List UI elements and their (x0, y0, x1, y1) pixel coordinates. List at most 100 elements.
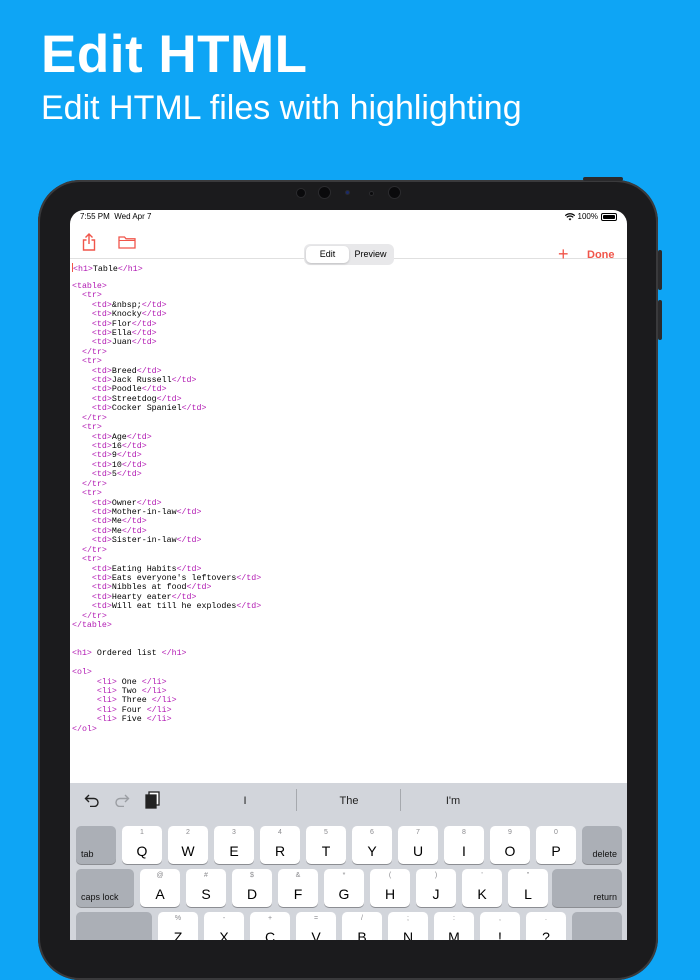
key-h[interactable]: (H (370, 869, 410, 907)
code-text-content: 16 (111, 442, 122, 452)
suggestion-2[interactable]: The (299, 795, 399, 807)
code-text-content: Nibbles at food (111, 583, 187, 593)
key-alt-label: % (174, 915, 182, 922)
code-tag: <h1> (72, 649, 92, 659)
undo-icon[interactable] (84, 793, 100, 807)
key-y[interactable]: 6Y (352, 826, 392, 864)
tab-key[interactable]: tab (76, 826, 116, 864)
code-text-content: Streetdog (111, 394, 157, 404)
key-x[interactable]: -X (204, 912, 244, 940)
status-time: 7:55 PM Wed Apr 7 (80, 212, 151, 221)
key-p[interactable]: 0P (536, 826, 576, 864)
code-line: <tr> (72, 555, 627, 564)
code-tag: </td> (181, 404, 207, 414)
key-label: caps lock (81, 892, 119, 902)
code-tag: </h1> (117, 265, 143, 274)
key-b[interactable]: / B (342, 912, 382, 940)
code-tag: <h1> (73, 265, 93, 274)
key-label: O (504, 843, 516, 859)
key-d[interactable]: $ D (232, 869, 272, 907)
key-alt-label: 7 (416, 829, 420, 836)
key-question[interactable]: .? (526, 912, 566, 940)
key-label: R (274, 843, 286, 859)
key-q[interactable]: 1Q (122, 826, 162, 864)
key-f[interactable]: & F (278, 869, 318, 907)
code-tag: <td> (91, 442, 112, 452)
code-line: <tr> (72, 357, 627, 366)
key-i[interactable]: 8I (444, 826, 484, 864)
code-line: <td>Hearty eater</td> (72, 593, 627, 602)
key-o[interactable]: 9O (490, 826, 530, 864)
key-t[interactable]: 5T (306, 826, 346, 864)
code-tag: <td> (91, 310, 112, 320)
code-tag: </td> (121, 526, 147, 536)
key-z[interactable]: % Z (158, 912, 198, 940)
key-r[interactable]: 4R (260, 826, 300, 864)
key-c[interactable]: + C (250, 912, 290, 940)
delete-key[interactable]: delete (582, 826, 622, 864)
code-line: <td>Poodle</td> (72, 385, 627, 394)
key-alt-label: + (267, 915, 273, 922)
code-text-content: Two (116, 686, 142, 696)
code-text-content: Me (111, 517, 122, 527)
code-tag: <td> (91, 394, 112, 404)
return-key[interactable]: return (552, 869, 622, 907)
key-k[interactable]: ' K (462, 869, 502, 907)
key-label: U (412, 843, 424, 859)
code-tag: <td> (91, 385, 112, 395)
redo-icon[interactable] (114, 793, 130, 807)
code-line: </tr> (72, 612, 627, 621)
share-icon[interactable] (82, 233, 96, 251)
code-tag: <li> (96, 677, 117, 687)
code-text-content: &nbsp; (111, 300, 142, 310)
key-g[interactable]: * G (324, 869, 364, 907)
code-line: <td>Owner</td> (72, 499, 627, 508)
key-u[interactable]: 7U (398, 826, 438, 864)
key-label: tab (81, 849, 94, 859)
code-line: <td>10</td> (72, 461, 627, 470)
code-tag: </li> (146, 705, 172, 715)
key-j[interactable]: ) J (416, 869, 456, 907)
key-label: W (181, 843, 195, 859)
code-line: <td>Age</td> (72, 433, 627, 442)
code-line: <tr> (72, 489, 627, 498)
key-e[interactable]: 3E (214, 826, 254, 864)
code-tag: </td> (156, 394, 182, 404)
folder-icon[interactable] (118, 235, 136, 249)
caps-lock-key[interactable]: caps lock (76, 869, 134, 907)
shift-key-left[interactable] (76, 912, 152, 940)
key-w[interactable]: 2W (168, 826, 208, 864)
code-text-content: Three (116, 696, 152, 706)
code-editor[interactable]: <h1>Table</h1> <table> <tr> <td>&nbsp;</t… (70, 258, 627, 783)
key-s[interactable]: # S (186, 869, 226, 907)
key-a[interactable]: @ A (140, 869, 180, 907)
code-tag: </tr> (81, 545, 107, 555)
keyboard-toolbar: I The I'm (70, 783, 627, 817)
code-line: <ol> (72, 668, 627, 677)
code-line: <tr> (72, 291, 627, 300)
key-alt-label: 1 (140, 829, 144, 836)
code-line: <h1> Ordered list </h1> (72, 649, 627, 658)
key-v[interactable]: = V (296, 912, 336, 940)
clipboard-icon[interactable] (145, 791, 161, 809)
shift-key-right[interactable] (572, 912, 622, 940)
key-l[interactable]: " L (508, 869, 548, 907)
key-n[interactable]: ; N (388, 912, 428, 940)
suggestion-divider (296, 789, 297, 811)
suggestion-3[interactable]: I'm (403, 795, 503, 807)
key-exclamation[interactable]: ,! (480, 912, 520, 940)
key-m[interactable]: :M (434, 912, 474, 940)
suggestion-1[interactable]: I (195, 795, 295, 807)
code-tag: </td> (121, 517, 147, 527)
screen: 7:55 PM Wed Apr 7 100% Edit Preview + Do… (70, 210, 627, 940)
key-label: L (524, 886, 532, 902)
code-text[interactable]: <h1>Table</h1> <table> <tr> <td>&nbsp;</t… (70, 258, 627, 734)
code-line: <td>Eats everyone's leftovers</td> (72, 574, 627, 583)
code-tag: </li> (146, 715, 172, 725)
code-tag: <tr> (81, 423, 102, 433)
